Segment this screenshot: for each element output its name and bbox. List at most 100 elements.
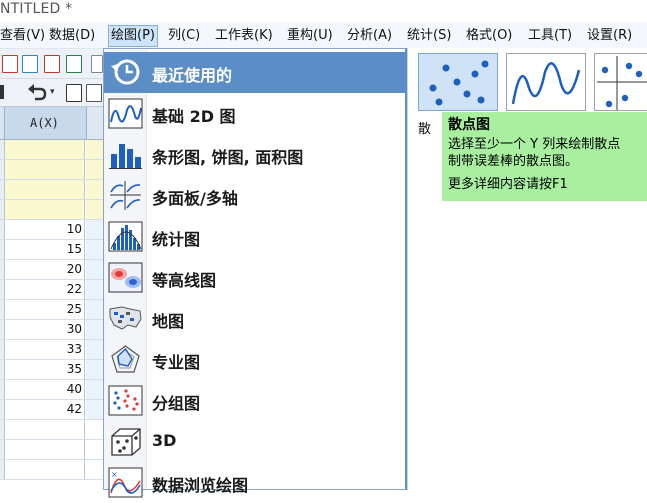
cell-a9[interactable]: 40 [5,380,85,399]
edit-toolbar: ▾ [0,79,103,107]
cell-a4[interactable]: 22 [5,280,85,299]
cell-a7[interactable]: 33 [5,340,85,359]
standard-toolbar [0,49,103,79]
table-row: 20 [0,260,103,280]
format-cells-icon[interactable] [66,84,82,102]
plot-menu-map[interactable]: 地图 [104,298,405,339]
table-row: 40 [0,380,103,400]
menu-data[interactable]: 数据(D) [49,26,95,46]
window-title: NTITLED * [0,1,73,17]
thumbnail-caption: 散 [418,122,432,137]
table-row [0,440,103,460]
column-a-label: A(X) [30,116,59,130]
plot-menu-specialized[interactable]: 专业图 [104,339,405,380]
menu-view[interactable]: 查看(V) [0,26,45,46]
line-plot-icon [108,98,143,129]
multi-scatter-thumb-icon [597,56,647,110]
menu-reshape[interactable]: 重构(U) [287,26,333,46]
corner-cell [0,107,5,139]
line-thumbnail[interactable] [506,53,586,111]
multi-scatter-thumbnail[interactable] [594,53,647,111]
toolbar-grip [0,85,4,99]
table-row [0,460,103,480]
cell[interactable] [5,160,85,179]
table-row: 25 [0,300,103,320]
plot-menu-grouped[interactable]: 分组图 [104,380,405,421]
table-row: 15 [0,240,103,260]
undo-icon[interactable] [26,83,48,103]
menu-plot[interactable]: 绘图(P) [108,25,158,47]
new-project-icon[interactable] [2,55,18,73]
comments-row [0,180,103,200]
more-tools-icon[interactable] [91,55,103,73]
import-icon[interactable] [66,55,82,73]
table-row: 35 [0,360,103,380]
grouped-plot-icon [108,385,143,416]
scatter-tooltip: 散点图 选择至少一个 Y 列来绘制散点 制带误差棒的散点图。 更多详细内容请按F… [442,112,647,201]
plot-menu-statistics[interactable]: 统计图 [104,216,405,257]
histogram-icon [108,221,143,252]
cell[interactable] [5,200,85,219]
tooltip-help: 更多详细内容请按F1 [448,177,568,192]
plot-menu-recent[interactable]: 最近使用的 [104,52,405,93]
cell[interactable] [5,460,85,479]
tooltip-line-1: 选择至少一个 Y 列来绘制散点 [448,137,621,152]
table-row: 42 [0,400,103,420]
table-row: 30 [0,320,103,340]
plot-menu-label: 最近使用的 [152,66,233,85]
title-bar: NTITLED * [0,0,647,22]
plot-menu-label: 数据浏览绘图 [152,476,249,495]
menu-column[interactable]: 列(C) [168,26,200,46]
tooltip-title: 散点图 [448,117,490,133]
plot-menu-multi-panel[interactable]: 多面板/多轴 [104,175,405,216]
map-icon [109,306,142,330]
plot-menu-label: 专业图 [152,353,201,372]
plot-menu: 最近使用的 基础 2D 图 条形图, 饼图, 面积图 多面板/多轴 统计图 等高… [103,48,407,498]
cell[interactable] [5,440,85,459]
plot-menu-bar-pie-area[interactable]: 条形图, 饼图, 面积图 [104,134,405,175]
plot-menu-data-explore[interactable]: × 数据浏览绘图 [104,462,405,503]
open-file-icon[interactable] [22,55,38,73]
undo-dropdown-icon[interactable]: ▾ [50,87,55,97]
column-header-b[interactable] [86,107,104,139]
long-name-row [0,140,103,160]
worksheet: A(X) 10 15 20 22 25 30 33 35 40 42 [0,107,104,490]
menu-tools[interactable]: 工具(T) [528,26,572,46]
plot-menu-label: 分组图 [152,394,201,413]
contour-icon [108,262,143,293]
cell-a10[interactable]: 42 [5,400,85,419]
bar-chart-icon [109,144,142,169]
plot-menu-label: 地图 [152,312,185,331]
table-row [0,420,103,440]
plot-menu-basic-2d[interactable]: 基础 2D 图 [104,93,405,134]
menu-settings[interactable]: 设置(R) [587,26,632,46]
menu-worksheet[interactable]: 工作表(K) [215,26,273,46]
cell-a2[interactable]: 15 [5,240,85,259]
new-workbook-icon[interactable] [44,55,60,73]
cell-a5[interactable]: 25 [5,300,85,319]
table-row: 10 [0,220,103,240]
table-row: 22 [0,280,103,300]
number-format-icon[interactable] [86,84,102,102]
recent-clock-icon [111,59,140,85]
scatter-thumbnail[interactable] [418,53,498,111]
line-thumb-icon [511,62,581,105]
menu-format[interactable]: 格式(O) [466,26,512,46]
scatter-thumb-icon [429,60,489,106]
plot-menu-label: 3D [152,431,177,450]
menu-statistics[interactable]: 统计(S) [407,26,451,46]
cell[interactable] [5,140,85,159]
plot-menu-3d[interactable]: 3D [104,421,405,462]
cell-a1[interactable]: 10 [5,220,85,239]
cell[interactable] [5,180,85,199]
column-header-a[interactable]: A(X) [0,107,104,140]
cell-a8[interactable]: 35 [5,360,85,379]
menu-analysis[interactable]: 分析(A) [347,26,392,46]
plot-menu-label: 基础 2D 图 [152,107,236,126]
cell[interactable] [5,420,85,439]
plot-menu-contour[interactable]: 等高线图 [104,257,405,298]
cell-a6[interactable]: 30 [5,320,85,339]
cell-a3[interactable]: 20 [5,260,85,279]
svg-text:×: × [111,470,118,479]
f-x-row [0,200,103,220]
